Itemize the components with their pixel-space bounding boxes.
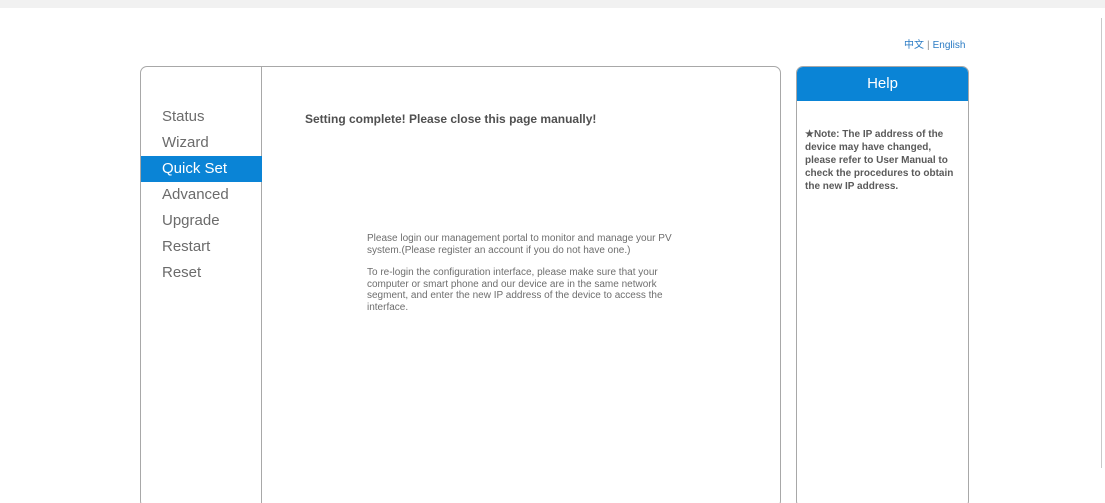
content-area: Setting complete! Please close this page… <box>262 67 780 503</box>
sidebar: Status Wizard Quick Set Advanced Upgrade… <box>141 67 262 503</box>
sidebar-item-status[interactable]: Status <box>141 104 262 130</box>
sidebar-nav: Status Wizard Quick Set Advanced Upgrade… <box>141 104 262 286</box>
language-separator: | <box>927 40 930 51</box>
quick-set-page: 中文 | English Status Wizard Quick Set Advan… <box>0 0 1105 503</box>
info-text: Please login our management portal to mo… <box>367 233 697 324</box>
language-switcher: 中文 | English <box>904 36 965 51</box>
help-title: Help <box>797 67 968 101</box>
relogin-note: To re-login the configuration interface,… <box>367 267 663 313</box>
sidebar-item-quick-set[interactable]: Quick Set <box>141 156 262 182</box>
main-panel: Status Wizard Quick Set Advanced Upgrade… <box>140 66 781 503</box>
page-scroll-edge <box>1101 18 1102 468</box>
sidebar-item-advanced[interactable]: Advanced <box>141 182 262 208</box>
portal-note: Please login our management portal to mo… <box>367 233 672 256</box>
help-note: ★Note: The IP address of the device may … <box>805 129 954 192</box>
sidebar-item-upgrade[interactable]: Upgrade <box>141 208 262 234</box>
language-english-link[interactable]: English <box>933 40 966 51</box>
language-chinese-link[interactable]: 中文 <box>904 40 924 51</box>
setting-complete-message: Setting complete! Please close this page… <box>305 112 597 126</box>
sidebar-item-reset[interactable]: Reset <box>141 260 262 286</box>
top-band <box>0 0 1105 8</box>
sidebar-item-restart[interactable]: Restart <box>141 234 262 260</box>
sidebar-item-wizard[interactable]: Wizard <box>141 130 262 156</box>
help-panel: Help ★Note: The IP address of the device… <box>796 66 969 503</box>
